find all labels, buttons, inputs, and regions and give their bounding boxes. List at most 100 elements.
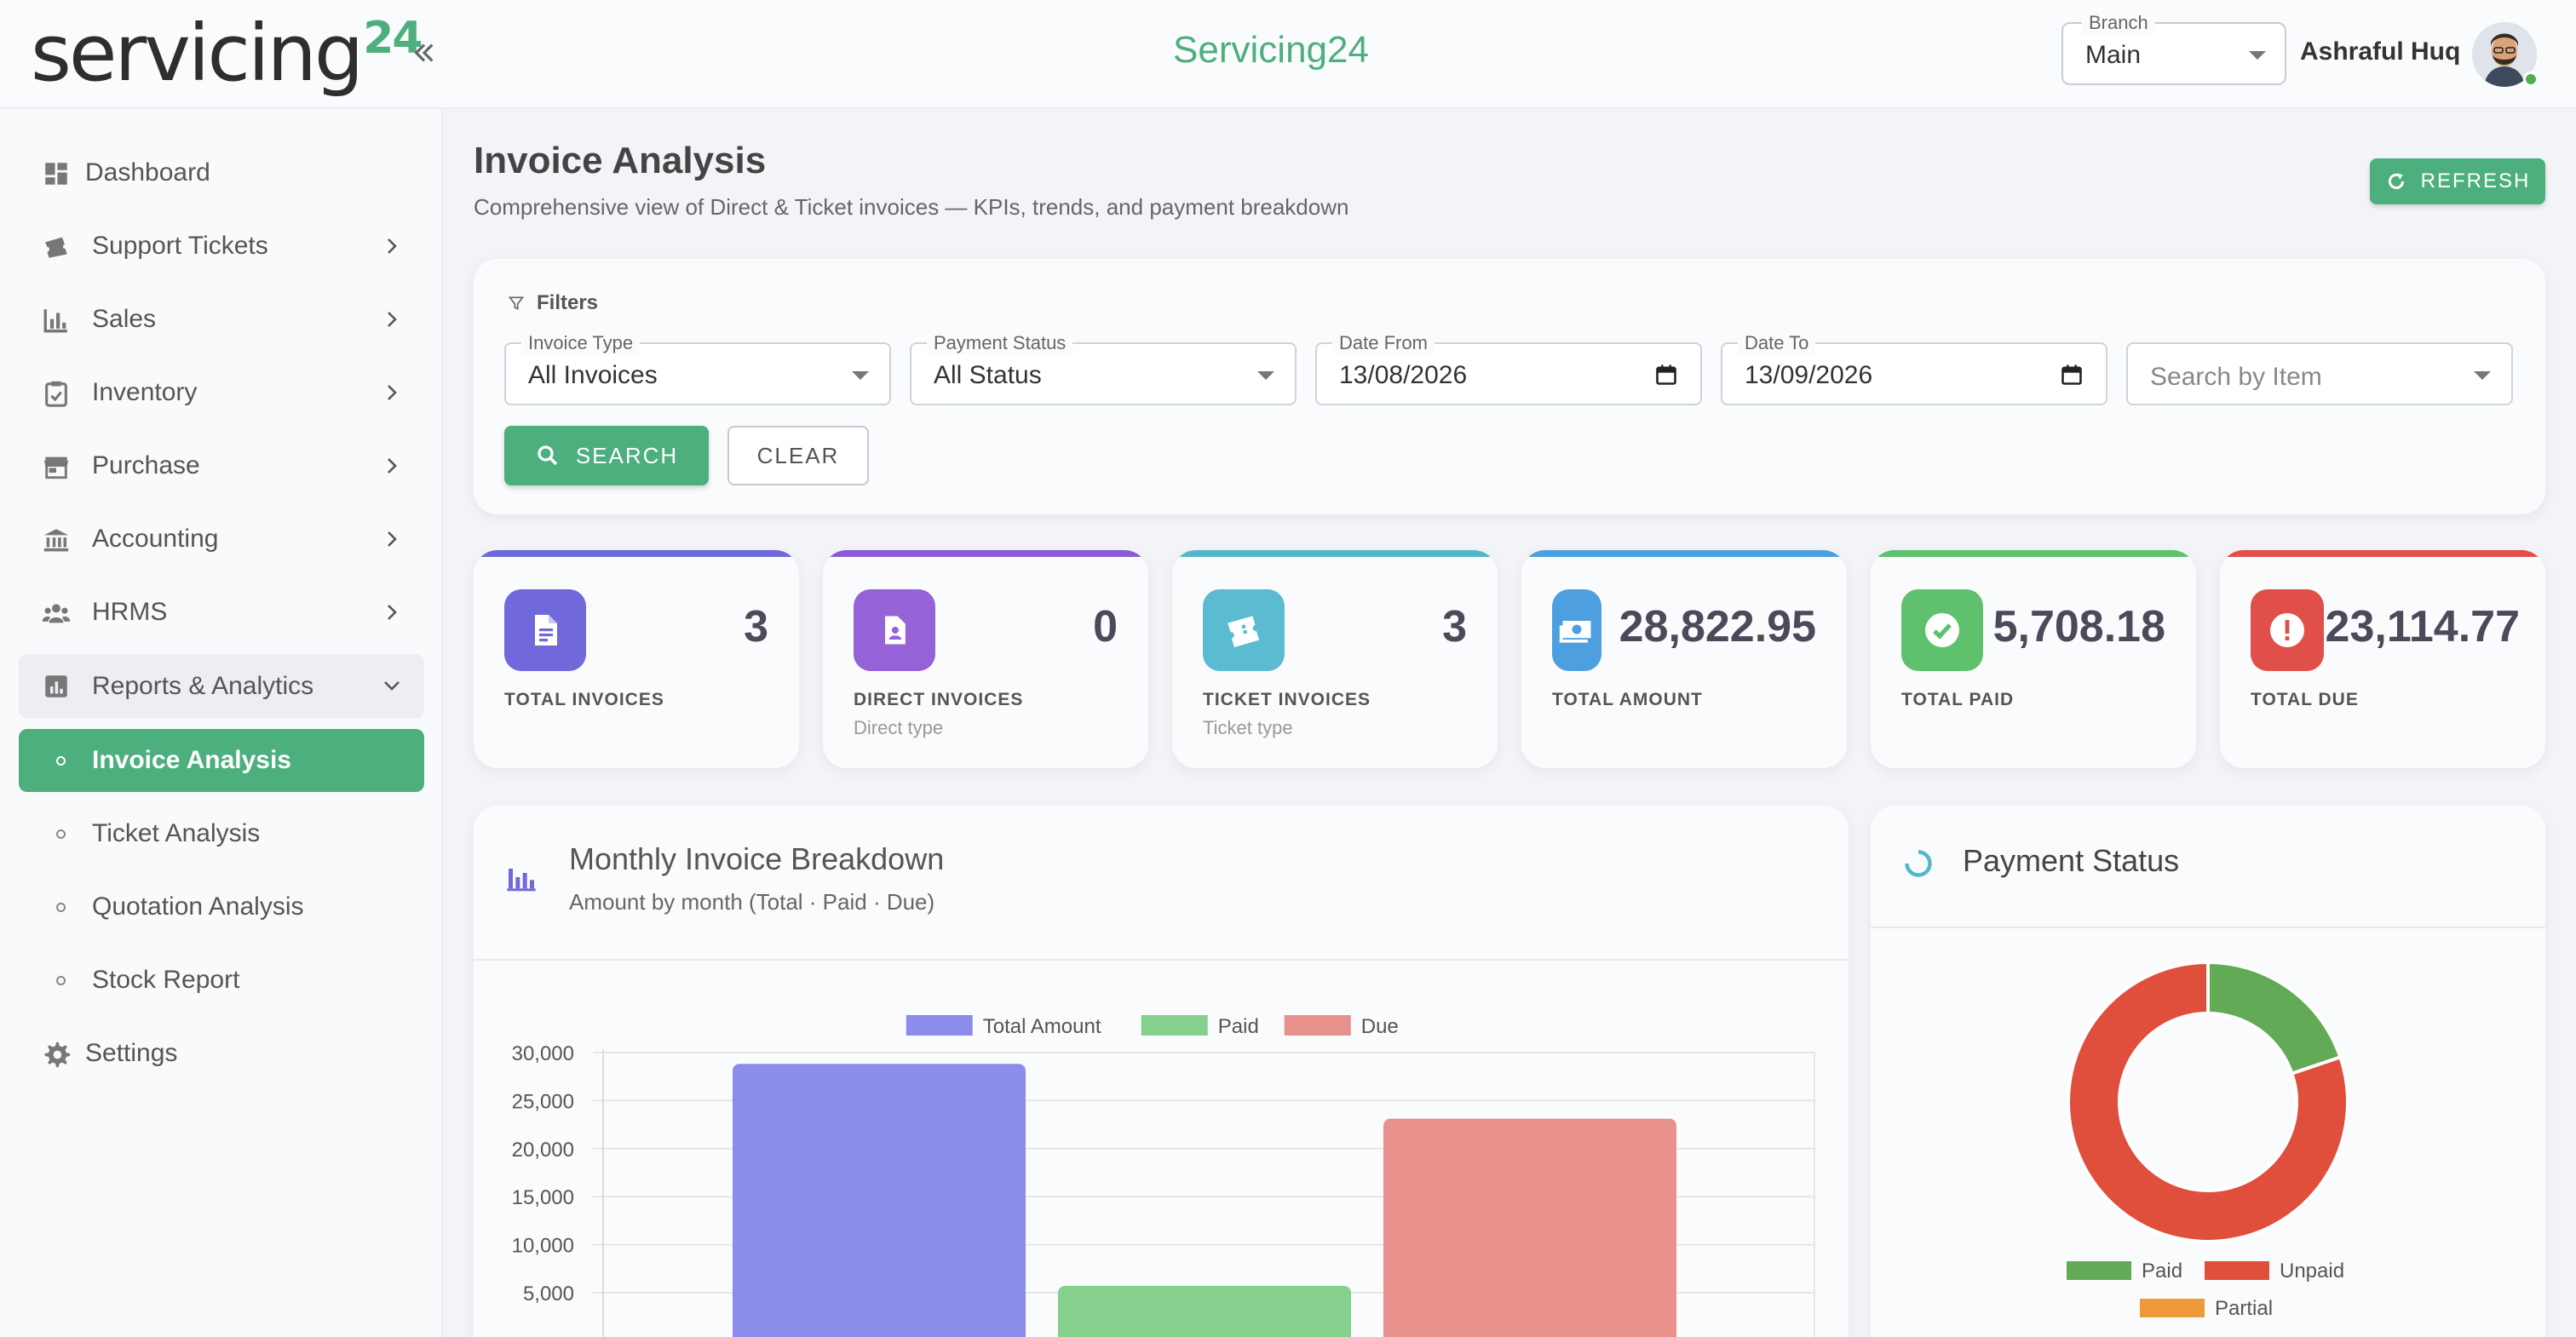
field-value: All Status	[934, 361, 1042, 389]
sidebar-item-invoice-analysis[interactable]: Invoice Analysis	[19, 729, 424, 792]
y-tick-label: 25,000	[512, 1090, 574, 1113]
field-value: All Invoices	[528, 361, 658, 389]
search-button[interactable]: SEARCH	[504, 426, 709, 485]
sidebar-item-accounting[interactable]: Accounting	[19, 508, 424, 571]
sidebar-item-label: Quotation Analysis	[92, 892, 304, 921]
kpi-label: TOTAL AMOUNT	[1552, 690, 1703, 709]
field-label: Invoice Type	[521, 332, 641, 354]
sidebar-item-sales[interactable]: Sales	[19, 288, 424, 351]
dashboard-icon	[45, 163, 67, 185]
kpi-icon-box	[854, 589, 935, 671]
chevron-down-icon	[384, 681, 400, 691]
slice-paid	[2206, 960, 2343, 1076]
legend-label: Partial	[2215, 1297, 2273, 1320]
bar-total-amount	[733, 1064, 1026, 1337]
clear-button[interactable]: CLEAR	[727, 426, 869, 485]
payment-status-select[interactable]: Payment Status All Status	[910, 332, 1297, 405]
legend-label: Due	[1361, 1015, 1399, 1038]
donut-progress-icon	[1905, 850, 1932, 877]
sidebar-item-label: Support Tickets	[92, 232, 268, 260]
caret-down-icon	[2474, 371, 2491, 380]
sidebar-item-hrms[interactable]: HRMS	[19, 581, 424, 644]
date-from-input[interactable]: Date From 13/08/2026	[1315, 332, 1702, 405]
sidebar-item-label: Sales	[92, 305, 157, 333]
field-label: Date From	[1332, 332, 1435, 354]
search-label: SEARCH	[575, 442, 679, 468]
ticket-icon	[1228, 616, 1260, 647]
report-icon	[45, 675, 67, 697]
sidebar-item-label: Ticket Analysis	[92, 819, 261, 847]
kpi-label: TOTAL DUE	[2251, 690, 2359, 709]
y-tick-label: 5,000	[523, 1282, 574, 1305]
legend-label: Paid	[2142, 1260, 2182, 1282]
chevron-right-icon	[388, 458, 397, 473]
sidebar-item-dashboard[interactable]: Dashboard	[19, 141, 424, 204]
kpi-subtext: Ticket type	[1203, 717, 1293, 738]
calendar-icon[interactable]	[1654, 363, 1678, 387]
branch-select[interactable]: Branch Main	[2061, 12, 2286, 85]
page-subtitle: Comprehensive view of Direct & Ticket in…	[474, 194, 1349, 220]
contact-file-icon	[885, 616, 906, 645]
filters-card: Filters Invoice Type All Invoices Paymen…	[474, 259, 2545, 514]
ticket-icon	[45, 237, 67, 258]
bullet-icon	[56, 756, 66, 766]
sidebar-item-ticket-analysis[interactable]: Ticket Analysis	[19, 802, 424, 865]
bullet-icon	[56, 976, 66, 985]
chevron-right-icon	[388, 312, 397, 327]
calendar-icon[interactable]	[2060, 363, 2084, 387]
kpi-accent	[1172, 550, 1498, 557]
chevron-right-icon	[388, 385, 397, 400]
monthly-breakdown-card: Monthly Invoice Breakdown Amount by mont…	[474, 806, 1849, 1337]
sidebar-item-label: Reports & Analytics	[92, 672, 314, 700]
kpi-value: 28,822.95	[1619, 602, 1816, 651]
sidebar-item-purchase[interactable]: Purchase	[19, 434, 424, 497]
bullet-icon	[56, 903, 66, 912]
sidebar-item-label: Dashboard	[85, 158, 210, 186]
kpi-total-amount: 28,822.95 TOTAL AMOUNT	[1521, 550, 1847, 768]
y-tick-label: 10,000	[512, 1235, 574, 1258]
refresh-button[interactable]: REFRESH	[2370, 158, 2545, 204]
search-item-select[interactable]: Search by Item	[2126, 342, 2513, 405]
legend-swatch	[906, 1015, 973, 1036]
kpi-label: TOTAL INVOICES	[504, 690, 664, 709]
chevron-right-icon	[388, 605, 397, 620]
field-value: 13/08/2026	[1339, 361, 1468, 389]
pie-title: Payment Status	[1963, 843, 2180, 878]
filters-heading: Filters	[508, 291, 598, 315]
legend-label: Paid	[1218, 1015, 1259, 1038]
sidebar-item-settings[interactable]: Settings	[19, 1022, 424, 1085]
kpi-value: 23,114.77	[2325, 602, 2520, 651]
filter-icon	[508, 296, 525, 311]
refresh-label: REFRESH	[2420, 169, 2531, 192]
legend-swatch	[1284, 1015, 1351, 1036]
bar-chart-icon	[507, 869, 536, 892]
invoice-type-select[interactable]: Invoice Type All Invoices	[504, 332, 891, 405]
sidebar-item-label: Invoice Analysis	[92, 746, 291, 774]
caret-down-icon	[852, 371, 869, 380]
chart-title: Monthly Invoice Breakdown	[569, 841, 945, 876]
bullet-icon	[56, 829, 66, 839]
sidebar-item-quotation-analysis[interactable]: Quotation Analysis	[19, 875, 424, 938]
chart-subtitle: Amount by month (Total · Paid · Due)	[569, 889, 935, 915]
date-to-input[interactable]: Date To 13/09/2026	[1721, 332, 2107, 405]
kpi-icon-box	[1901, 589, 1983, 671]
sidebar-item-stock-report[interactable]: Stock Report	[19, 949, 424, 1012]
check-circle-icon	[1925, 613, 1959, 647]
kpi-accent	[823, 550, 1148, 557]
sidebar-item-support-tickets[interactable]: Support Tickets	[19, 215, 424, 278]
user-name[interactable]: Ashraful Huq	[2300, 37, 2460, 66]
sidebar-item-label: Accounting	[92, 525, 219, 553]
bar-chart-icon	[43, 309, 67, 333]
legend-swatch	[2140, 1299, 2205, 1317]
chevron-right-icon	[388, 238, 397, 254]
refresh-icon	[2388, 173, 2404, 190]
y-tick-label: 30,000	[512, 1042, 574, 1065]
sidebar-item-reports-analytics[interactable]: Reports & Analytics	[19, 654, 424, 719]
people-icon	[42, 604, 71, 623]
legend-swatch	[1141, 1015, 1208, 1036]
kpi-icon-box	[1552, 589, 1601, 671]
bar-due	[1383, 1118, 1676, 1337]
kpi-icon-box	[504, 589, 586, 671]
sidebar-item-inventory[interactable]: Inventory	[19, 361, 424, 424]
sidebar-item-label: Stock Report	[92, 966, 240, 994]
